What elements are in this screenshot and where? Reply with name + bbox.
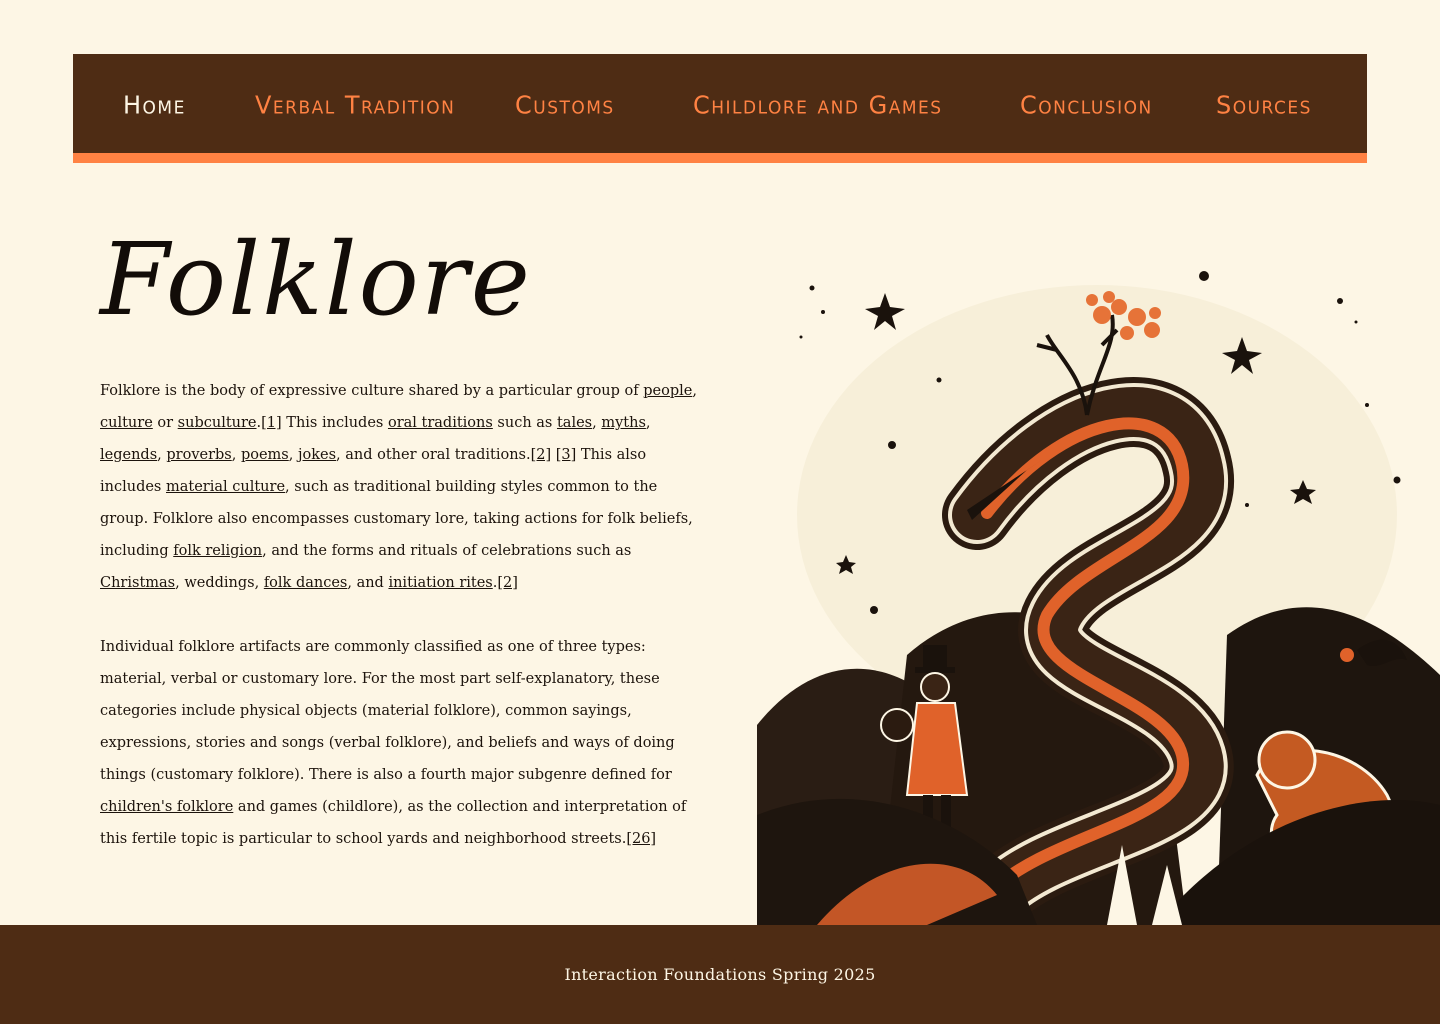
inline-link[interactable]: myths — [601, 415, 646, 431]
paragraph-text: , — [592, 415, 602, 431]
paragraph-text: , and other oral traditions. — [336, 447, 531, 463]
inline-link[interactable]: proverbs — [166, 447, 231, 463]
footer-text: Interaction Foundations Spring 2025 — [564, 965, 876, 984]
paragraph-text: , — [288, 447, 298, 463]
inline-link[interactable]: oral traditions — [388, 415, 493, 431]
inline-link[interactable]: poems — [241, 447, 289, 463]
inline-link[interactable]: material culture — [166, 479, 285, 495]
inline-link[interactable]: legends — [100, 447, 157, 463]
paragraph-text: , — [157, 447, 167, 463]
footer: Interaction Foundations Spring 2025 — [0, 925, 1440, 1024]
nav-sources[interactable]: Sources — [1216, 91, 1312, 118]
paragraph-text: , and the forms and rituals of celebrati… — [262, 543, 632, 559]
nav-conclusion[interactable]: Conclusion — [1020, 91, 1153, 118]
paragraph-text: , — [231, 447, 241, 463]
nav-home[interactable]: Home — [123, 91, 186, 118]
paragraph-text: Folklore is the body of expressive cultu… — [100, 383, 644, 399]
main-nav: Home Verbal Tradition Customs Childlore … — [73, 54, 1367, 163]
paragraph-1: Folklore is the body of expressive cultu… — [100, 375, 700, 599]
inline-link[interactable]: children's folklore — [100, 799, 233, 815]
inline-link[interactable]: subculture — [178, 415, 257, 431]
nav-verbal-tradition[interactable]: Verbal Tradition — [255, 91, 455, 118]
nav-childlore-and-games[interactable]: Childlore and Games — [693, 91, 943, 118]
paragraph-text: , weddings, — [175, 575, 264, 591]
paragraph-text: , and — [347, 575, 389, 591]
inline-link[interactable]: jokes — [298, 447, 336, 463]
inline-link[interactable]: initiation rites — [388, 575, 492, 591]
paragraph-text: or — [152, 415, 178, 431]
inline-link[interactable]: Christmas — [100, 575, 175, 591]
paragraph-text: This includes — [281, 415, 388, 431]
inline-link[interactable]: people — [643, 383, 692, 399]
inline-link[interactable]: culture — [100, 415, 153, 431]
inline-link[interactable]: folk religion — [173, 543, 262, 559]
inline-link[interactable]: tales — [557, 415, 592, 431]
inline-link[interactable]: [2] — [497, 575, 518, 591]
inline-link[interactable]: [3] — [556, 447, 577, 463]
inline-link[interactable]: [26] — [626, 831, 656, 847]
article-body: Folklore is the body of expressive cultu… — [100, 375, 700, 887]
inline-link[interactable]: [2] — [531, 447, 552, 463]
folklore-illustration — [757, 255, 1440, 925]
nav-customs[interactable]: Customs — [515, 91, 615, 118]
paragraph-text: , — [645, 415, 651, 431]
page-title: Folklore — [100, 221, 532, 338]
paragraph-text: such as — [492, 415, 557, 431]
paragraph-2: Individual folklore artifacts are common… — [100, 631, 700, 855]
inline-link[interactable]: [1] — [261, 415, 282, 431]
paragraph-text: , — [692, 383, 697, 399]
inline-link[interactable]: folk dances — [264, 575, 348, 591]
paragraph-text: Individual folklore artifacts are common… — [100, 639, 675, 783]
